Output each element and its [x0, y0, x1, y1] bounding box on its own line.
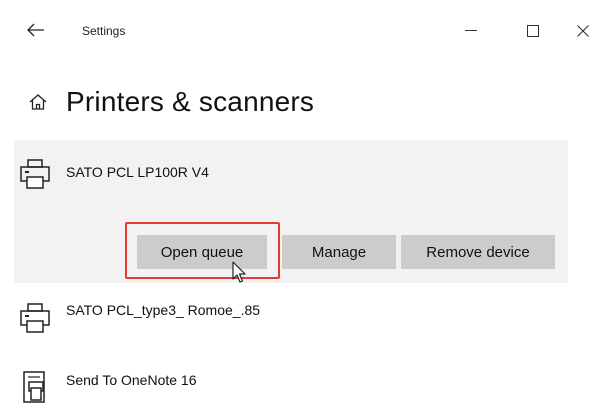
onenote-printer-icon — [18, 370, 52, 404]
back-arrow-icon — [27, 23, 44, 37]
close-icon — [577, 25, 589, 37]
printer-icon — [18, 158, 52, 192]
minimize-button[interactable] — [456, 16, 486, 46]
printer-icon — [18, 302, 52, 336]
window-title: Settings — [82, 24, 126, 38]
printer-item-sato-type3[interactable]: SATO PCL_type3_ Romoe_.85 — [0, 296, 600, 344]
home-icon — [28, 91, 50, 113]
back-arrow-icon[interactable] — [24, 18, 48, 42]
printer-name: Send To OneNote 16 — [66, 372, 197, 388]
printer-name: SATO PCL LP100R V4 — [66, 164, 209, 180]
page-header: Printers & scanners — [28, 82, 314, 122]
highlight-box — [125, 222, 280, 279]
maximize-button[interactable] — [518, 16, 548, 46]
minimize-icon — [465, 30, 477, 31]
close-button[interactable] — [568, 16, 598, 46]
remove-device-button[interactable]: Remove device — [401, 235, 555, 269]
manage-button[interactable]: Manage — [282, 235, 396, 269]
page-title: Printers & scanners — [66, 86, 315, 117]
maximize-icon — [527, 25, 539, 37]
printer-name: SATO PCL_type3_ Romoe_.85 — [66, 302, 261, 318]
title-bar: Settings — [0, 0, 603, 62]
printer-item-send-to-onenote[interactable]: Send To OneNote 16 — [0, 364, 600, 412]
printer-item-sato-lp100r[interactable]: SATO PCL LP100R V4 — [0, 150, 600, 198]
mouse-cursor-icon — [231, 260, 249, 288]
